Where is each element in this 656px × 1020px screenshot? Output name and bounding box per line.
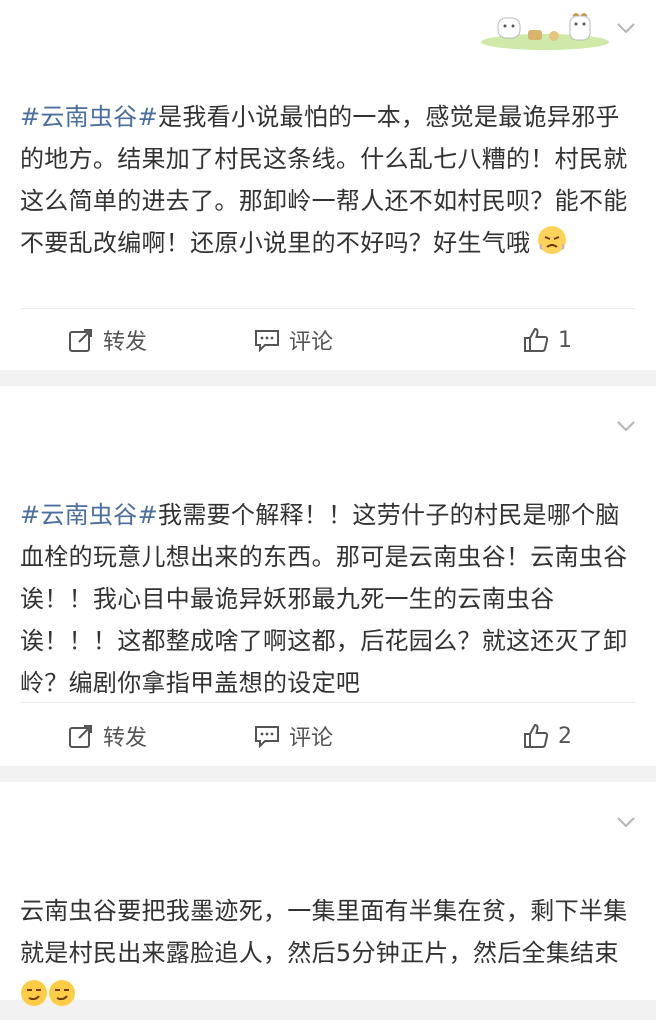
divider <box>20 308 636 309</box>
post-body: 云南虫谷要把我墨迹死，一集里面有半集在贫，剩下半集就是村民出来露脸追人，然后5分… <box>20 890 640 1016</box>
like-button[interactable]: 1 <box>386 310 656 370</box>
post-body: #云南虫谷#我需要个解释！！这劳什子的村民是哪个脑血栓的玩意儿想出来的东西。那可… <box>20 494 640 704</box>
repost-icon <box>68 329 92 352</box>
repost-icon <box>68 725 92 748</box>
angry-face-emoji <box>538 226 567 254</box>
post-text: 我需要个解释！！这劳什子的村民是哪个脑血栓的玩意儿想出来的东西。那可是云南虫谷！… <box>20 501 628 697</box>
action-bar: 转发 评论 2 <box>0 706 656 766</box>
comment-icon <box>254 330 279 353</box>
chevron-down-icon[interactable] <box>614 16 638 40</box>
divider <box>20 702 636 703</box>
post-body: #云南虫谷#是我看小说最怕的一本，感觉是最诡异邪乎的地方。结果加了村民这条线。什… <box>20 96 640 264</box>
like-count: 2 <box>558 723 572 749</box>
comment-label: 评论 <box>288 330 333 355</box>
cartoon-sticker-image <box>481 13 609 50</box>
comment-button[interactable]: 评论 <box>200 706 386 766</box>
post-card: #云南虫谷#是我看小说最怕的一本，感觉是最诡异邪乎的地方。结果加了村民这条线。什… <box>0 0 656 370</box>
chevron-down-icon[interactable] <box>614 414 638 438</box>
like-button[interactable]: 2 <box>386 706 656 766</box>
post-text: 云南虫谷要把我墨迹死，一集里面有半集在贫，剩下半集就是村民出来露脸追人，然后5分… <box>20 897 628 967</box>
like-count: 1 <box>558 327 572 353</box>
repost-label: 转发 <box>102 330 147 355</box>
thumbs-up-icon <box>524 327 549 352</box>
repost-button[interactable]: 转发 <box>0 706 200 766</box>
smirk-face-emoji <box>20 978 48 1006</box>
smirk-face-emoji <box>48 978 76 1006</box>
thumbs-up-icon <box>524 723 549 748</box>
comment-button[interactable]: 评论 <box>200 310 386 370</box>
hashtag-link[interactable]: #云南虫谷# <box>20 103 158 131</box>
comment-icon <box>254 726 279 749</box>
chevron-down-icon[interactable] <box>614 810 638 834</box>
repost-button[interactable]: 转发 <box>0 310 200 370</box>
comment-label: 评论 <box>288 726 333 751</box>
hashtag-link[interactable]: #云南虫谷# <box>20 501 158 529</box>
action-bar: 转发 评论 1 <box>0 310 656 370</box>
repost-label: 转发 <box>102 726 147 751</box>
